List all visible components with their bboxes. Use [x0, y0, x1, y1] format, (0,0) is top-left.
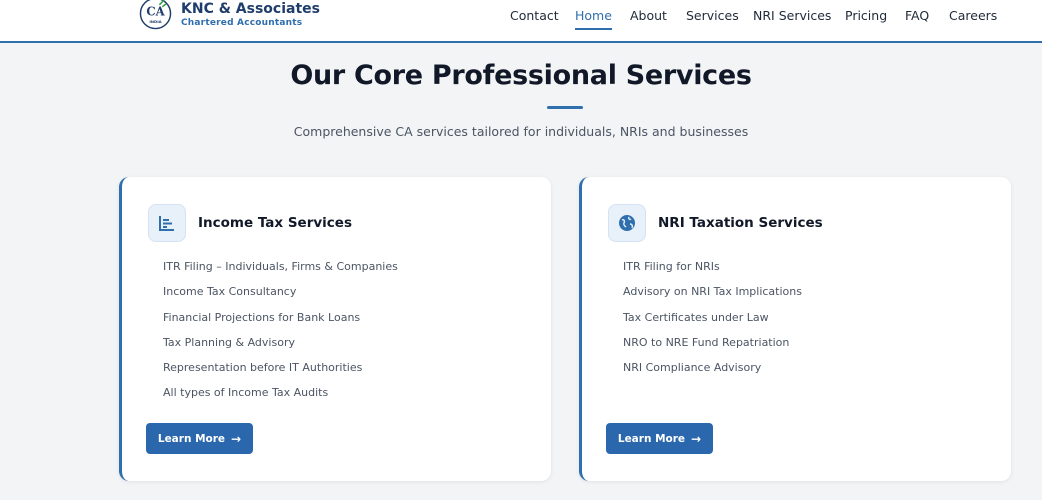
arrow-right-icon: → — [691, 431, 702, 446]
service-list: ITR Filing – Individuals, Firms & Compan… — [163, 259, 398, 411]
brand-name[interactable]: KNC & Associates — [181, 1, 320, 17]
button-label: Learn More — [617, 432, 686, 445]
list-item: Tax Planning & Advisory — [163, 335, 295, 349]
list-item: ITR Filing – Individuals, Firms & Compan… — [163, 260, 398, 273]
nav-careers[interactable]: Careers — [949, 8, 997, 28]
nav-home[interactable]: Home — [575, 8, 612, 30]
button-label: Learn More — [157, 432, 226, 445]
nav-about[interactable]: About — [630, 8, 667, 28]
brand-tagline: Chartered Accountants — [181, 18, 303, 28]
learn-more-button[interactable]: Learn More → — [146, 423, 253, 454]
section-subtitle: Comprehensive CA services tailored for i… — [293, 124, 749, 139]
title-underline — [547, 106, 583, 109]
list-item: Income Tax Consultancy — [163, 285, 297, 299]
service-card-income-tax: Income Tax Services ITR Filing – Individ… — [119, 177, 551, 481]
service-card-nri-taxation: NRI Taxation Services ITR Filing for NRI… — [579, 177, 1011, 481]
service-list: ITR Filing for NRIs Advisory on NRI Tax … — [623, 259, 802, 385]
learn-more-button[interactable]: Learn More → — [606, 423, 713, 454]
nav-services[interactable]: Services — [686, 8, 739, 28]
nav-contact[interactable]: Contact — [510, 8, 559, 28]
bar-chart-icon — [148, 204, 186, 242]
nav-pricing[interactable]: Pricing — [845, 8, 887, 28]
ca-logo-icon[interactable]: CA INDIA — [139, 0, 172, 30]
list-item: NRO to NRE Fund Repatriation — [623, 335, 790, 349]
list-item: Financial Projections for Bank Loans — [163, 310, 361, 324]
nav-faq[interactable]: FAQ — [905, 8, 929, 28]
list-item: NRI Compliance Advisory — [623, 361, 762, 375]
section-title: Our Core Professional Services — [290, 60, 752, 91]
card-title: Income Tax Services — [198, 215, 352, 231]
site-header: CA INDIA KNC & Associates Chartered Acco… — [0, 0, 1042, 43]
list-item: All types of Income Tax Audits — [163, 386, 329, 400]
card-title: NRI Taxation Services — [658, 215, 823, 231]
arrow-right-icon: → — [231, 431, 242, 446]
list-item: Advisory on NRI Tax Implications — [623, 285, 802, 299]
globe-icon — [608, 204, 646, 242]
logo-subtext: INDIA — [149, 19, 161, 24]
nav-nri-services[interactable]: NRI Services — [753, 8, 831, 28]
list-item: Representation before IT Authorities — [163, 361, 363, 375]
list-item: Tax Certificates under Law — [623, 310, 769, 324]
list-item: ITR Filing for NRIs — [623, 260, 720, 273]
